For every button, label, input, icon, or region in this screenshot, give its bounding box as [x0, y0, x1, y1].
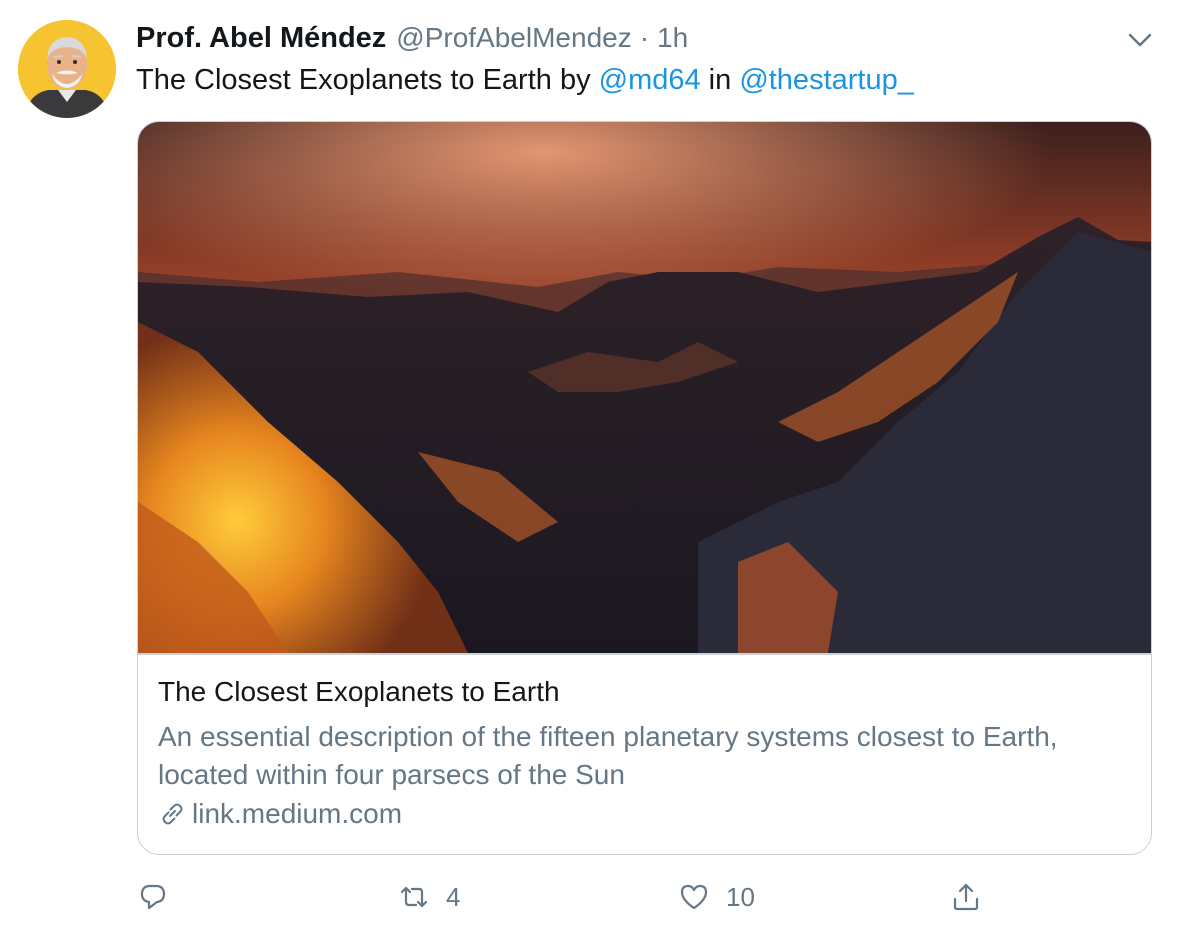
reply-button[interactable] — [137, 876, 185, 918]
author-handle[interactable]: @ProfAbelMendez — [396, 22, 631, 54]
retweet-count: 4 — [446, 881, 461, 912]
share-button[interactable] — [950, 876, 982, 918]
author-name[interactable]: Prof. Abel Méndez — [136, 22, 386, 55]
mention-link[interactable]: @thestartup_ — [739, 64, 914, 96]
tweet-text: The Closest Exoplanets to Earth by @md64… — [136, 64, 914, 97]
heart-icon — [680, 884, 708, 910]
tweet-text-part: in — [700, 64, 740, 96]
separator-dot: · — [639, 22, 650, 53]
avatar-image — [18, 20, 116, 118]
card-title[interactable]: The Closest Exoplanets to Earth — [158, 676, 560, 708]
card-image[interactable] — [138, 122, 1151, 653]
retweet-button[interactable]: 4 — [398, 876, 460, 918]
card-domain[interactable]: link.medium.com — [158, 798, 402, 830]
card-description: An essential description of the fifteen … — [158, 721, 1058, 790]
tweet-text-part: The Closest Exoplanets to Earth by — [136, 64, 599, 96]
card-domain-text: link.medium.com — [192, 798, 403, 829]
tweet-actions: 4 10 — [0, 876, 1186, 918]
retweet-icon — [400, 886, 428, 908]
tweet[interactable]: Prof. Abel Méndez @ProfAbelMendez · 1h T… — [0, 0, 1186, 936]
more-options-button[interactable] — [1124, 28, 1156, 52]
link-icon — [162, 803, 183, 825]
share-icon — [953, 883, 979, 911]
mention-link[interactable]: @md64 — [599, 64, 701, 96]
like-count: 10 — [726, 881, 755, 912]
chevron-down-icon — [1128, 33, 1152, 47]
link-card[interactable]: The Closest Exoplanets to Earth An essen… — [137, 121, 1152, 855]
tweet-timestamp[interactable]: 1h — [657, 22, 688, 54]
like-button[interactable]: 10 — [678, 876, 755, 918]
reply-icon — [140, 884, 166, 910]
exoplanet-landscape-image — [138, 122, 1151, 653]
card-divider — [138, 653, 1151, 655]
avatar[interactable] — [18, 20, 116, 118]
tweet-header: Prof. Abel Méndez @ProfAbelMendez · 1h — [136, 22, 688, 58]
